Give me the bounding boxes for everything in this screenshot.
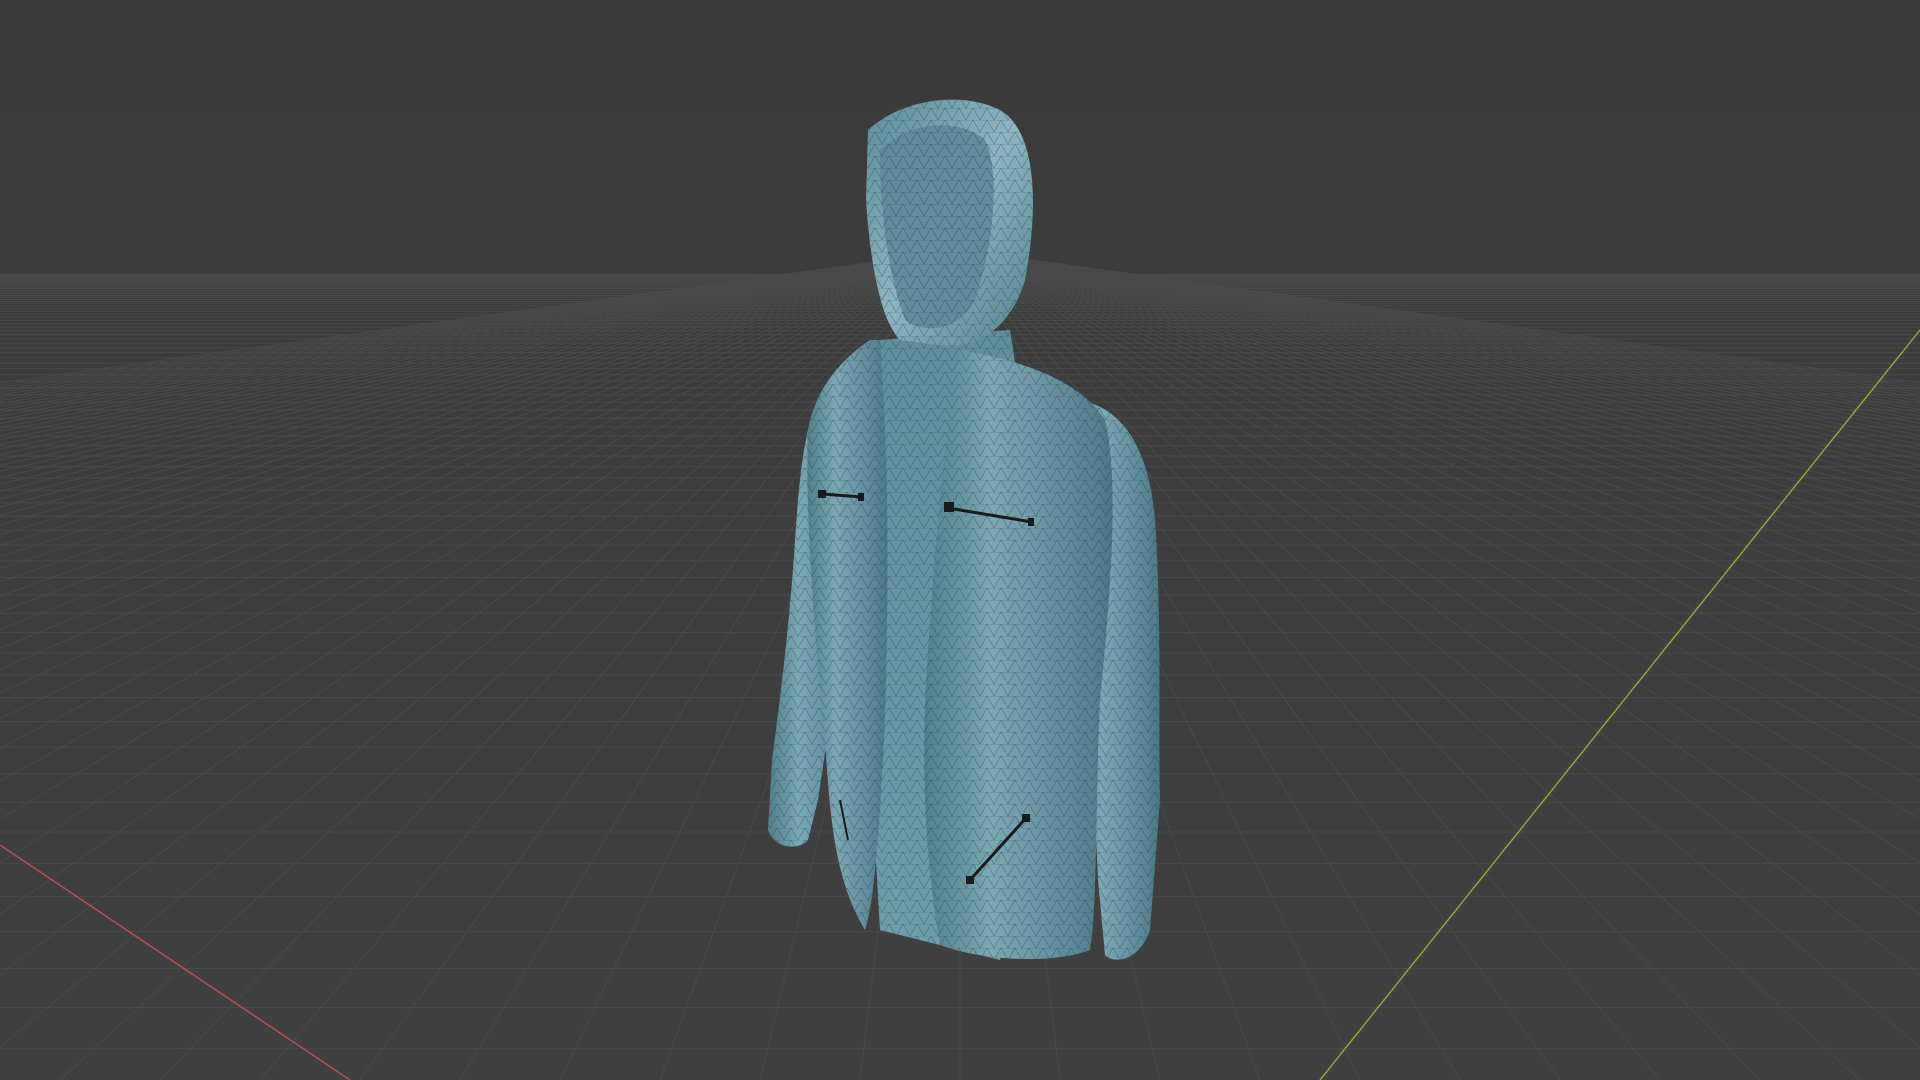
grid-line: [0, 259, 920, 485]
3d-viewport[interactable]: [0, 0, 1920, 1080]
grid-line: [0, 259, 916, 466]
grid-line: [0, 259, 891, 388]
grid-line: [0, 259, 905, 424]
grid-line: [0, 259, 890, 386]
grid-line: [0, 259, 889, 384]
grid-line: [0, 259, 914, 455]
grid-line: [1029, 259, 1920, 388]
hoodie-mesh[interactable]: [768, 99, 1160, 960]
grid-line: [0, 259, 919, 479]
grid-line: [0, 259, 901, 410]
grid-line: [0, 259, 915, 461]
y-axis-line: [1319, 329, 1920, 1080]
grid-line: [0, 259, 917, 472]
grid-line: [0, 259, 921, 492]
grid-line: [0, 259, 902, 414]
grid-line: [0, 259, 907, 428]
grid-line: [1030, 259, 1920, 386]
grid-line: [0, 259, 910, 441]
grid-line: [1031, 259, 1920, 384]
grid-line: [0, 259, 911, 445]
x-axis-line: [0, 844, 351, 1080]
grid-line: [0, 259, 913, 450]
viewport-scene[interactable]: [0, 0, 1920, 1080]
